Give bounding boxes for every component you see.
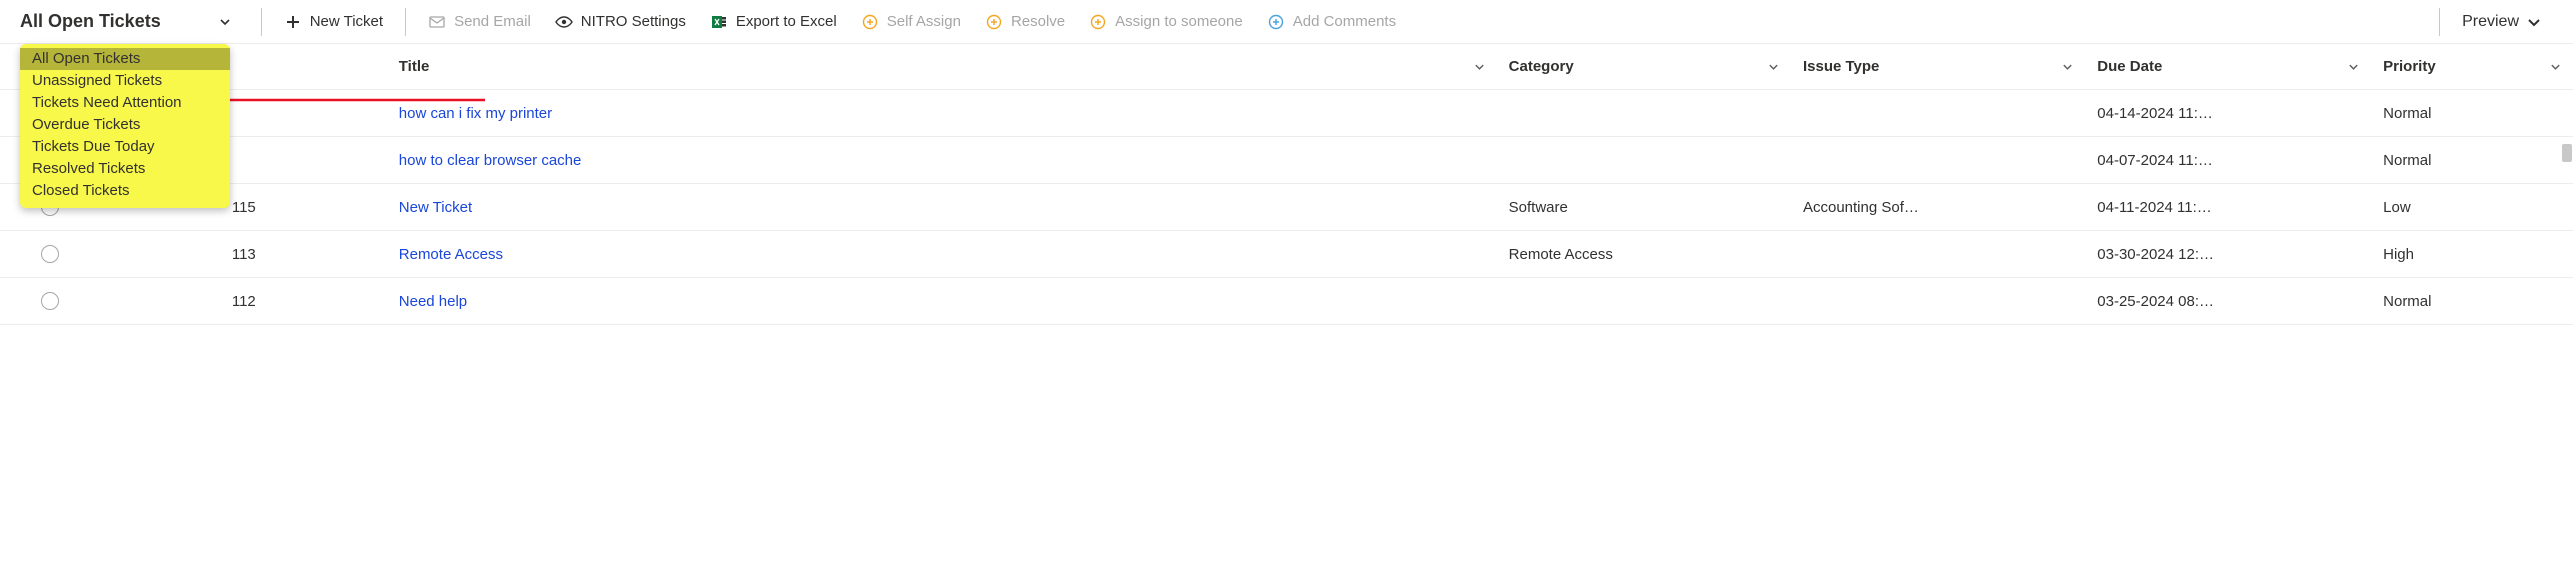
self-assign-button[interactable]: Self Assign	[849, 7, 973, 37]
cell-category	[1497, 90, 1791, 137]
cell-category	[1497, 278, 1791, 325]
export-excel-label: Export to Excel	[736, 13, 837, 30]
view-option[interactable]: Overdue Tickets	[20, 114, 230, 136]
cell-title[interactable]: how can i fix my printer	[387, 90, 1497, 137]
export-excel-button[interactable]: Export to Excel	[698, 7, 849, 37]
resolve-label: Resolve	[1011, 13, 1065, 30]
chevron-down-icon[interactable]	[2062, 61, 2073, 72]
cell-category: Remote Access	[1497, 231, 1791, 278]
circle-plus-icon	[861, 13, 879, 31]
row-select[interactable]	[41, 245, 59, 263]
assign-someone-label: Assign to someone	[1115, 13, 1243, 30]
cell-issue-type	[1791, 278, 2085, 325]
cell-title[interactable]: New Ticket	[387, 184, 1497, 231]
cell-priority: Normal	[2371, 278, 2573, 325]
cell-title[interactable]: Need help	[387, 278, 1497, 325]
cell-due-date: 04-14-2024 11:…	[2085, 90, 2371, 137]
separator	[261, 8, 262, 36]
circle-plus-icon	[985, 13, 1003, 31]
cell-due-date: 04-07-2024 11:…	[2085, 137, 2371, 184]
row-select[interactable]	[41, 292, 59, 310]
mail-icon	[428, 13, 446, 31]
separator	[405, 8, 406, 36]
column-issue-type[interactable]: Issue Type	[1791, 44, 2085, 90]
nitro-settings-label: NITRO Settings	[581, 13, 686, 30]
cell-id: 113	[101, 231, 387, 278]
nitro-settings-button[interactable]: NITRO Settings	[543, 7, 698, 37]
send-email-button[interactable]: Send Email	[416, 7, 543, 37]
preview-button[interactable]: Preview	[2450, 7, 2553, 37]
column-category[interactable]: Category	[1497, 44, 1791, 90]
table-row[interactable]: 115 New Ticket Software Accounting Sof… …	[0, 184, 2573, 231]
chevron-down-icon[interactable]	[1768, 61, 1779, 72]
view-option[interactable]: All Open Tickets	[20, 48, 230, 70]
table-row[interactable]: 113 Remote Access Remote Access 03-30-20…	[0, 231, 2573, 278]
column-priority[interactable]: Priority	[2371, 44, 2573, 90]
separator	[2439, 8, 2440, 36]
plus-icon	[284, 13, 302, 31]
cell-title[interactable]: Remote Access	[387, 231, 1497, 278]
chevron-down-icon[interactable]	[2550, 61, 2561, 72]
cell-priority: Normal	[2371, 137, 2573, 184]
view-option[interactable]: Unassigned Tickets	[20, 70, 230, 92]
cell-priority: Low	[2371, 184, 2573, 231]
chevron-down-icon	[219, 16, 231, 28]
circle-plus-icon	[1267, 13, 1285, 31]
cell-issue-type	[1791, 137, 2085, 184]
cell-priority: High	[2371, 231, 2573, 278]
preview-label: Preview	[2462, 13, 2519, 31]
view-selector-label: All Open Tickets	[20, 11, 161, 32]
chevron-down-icon[interactable]	[2348, 61, 2359, 72]
new-ticket-button[interactable]: New Ticket	[272, 7, 395, 37]
column-title[interactable]: Title	[387, 44, 1497, 90]
cell-title[interactable]: how to clear browser cache	[387, 137, 1497, 184]
table-row[interactable]: how can i fix my printer 04-14-2024 11:……	[0, 90, 2573, 137]
cell-priority: Normal	[2371, 90, 2573, 137]
tickets-table: Title Category Issue Type Due Date Prior…	[0, 44, 2573, 325]
view-option[interactable]: Tickets Due Today	[20, 136, 230, 158]
eye-icon	[555, 13, 573, 31]
view-option[interactable]: Resolved Tickets	[20, 158, 230, 180]
chevron-down-icon[interactable]	[1474, 61, 1485, 72]
cell-category: Software	[1497, 184, 1791, 231]
resolve-button[interactable]: Resolve	[973, 7, 1077, 37]
view-option[interactable]: Closed Tickets	[20, 180, 230, 202]
cell-category	[1497, 137, 1791, 184]
assign-someone-button[interactable]: Assign to someone	[1077, 7, 1255, 37]
cell-issue-type	[1791, 231, 2085, 278]
send-email-label: Send Email	[454, 13, 531, 30]
add-comments-button[interactable]: Add Comments	[1255, 7, 1408, 37]
cell-due-date: 03-30-2024 12:…	[2085, 231, 2371, 278]
scrollbar-thumb[interactable]	[2562, 144, 2572, 162]
add-comments-label: Add Comments	[1293, 13, 1396, 30]
self-assign-label: Self Assign	[887, 13, 961, 30]
view-selector[interactable]: All Open Tickets	[20, 11, 251, 32]
chevron-down-icon	[2527, 15, 2541, 29]
cell-issue-type	[1791, 90, 2085, 137]
cell-id: 112	[101, 278, 387, 325]
cell-due-date: 04-11-2024 11:…	[2085, 184, 2371, 231]
excel-icon	[710, 13, 728, 31]
table-row[interactable]: 112 Need help 03-25-2024 08:… Normal	[0, 278, 2573, 325]
column-due-date[interactable]: Due Date	[2085, 44, 2371, 90]
table-row[interactable]: how to clear browser cache 04-07-2024 11…	[0, 137, 2573, 184]
view-option[interactable]: Tickets Need Attention	[20, 92, 230, 114]
view-selector-dropdown[interactable]: All Open Tickets Unassigned Tickets Tick…	[20, 44, 230, 208]
cell-due-date: 03-25-2024 08:…	[2085, 278, 2371, 325]
new-ticket-label: New Ticket	[310, 13, 383, 30]
cell-issue-type: Accounting Sof…	[1791, 184, 2085, 231]
circle-plus-icon	[1089, 13, 1107, 31]
